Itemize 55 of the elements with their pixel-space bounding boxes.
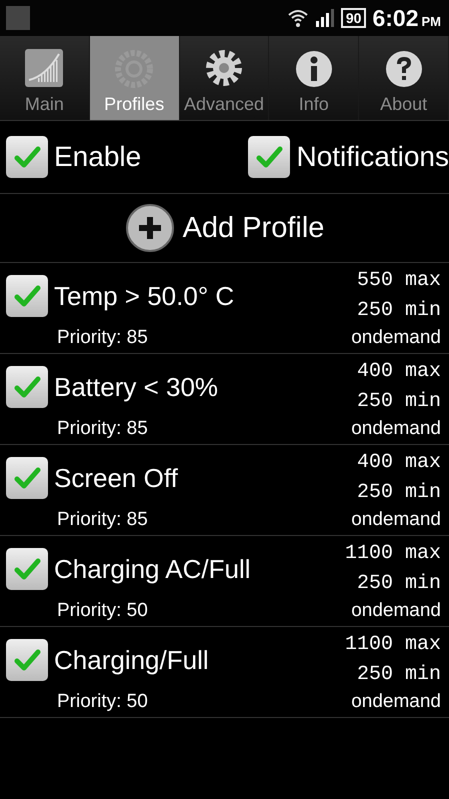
governor-label: ondemand xyxy=(351,690,441,714)
profile-item[interactable]: Charging AC/Full 1100 max 250 min Priority: 50 ondemand xyxy=(0,536,449,627)
governor-label: ondemand xyxy=(351,417,441,441)
profile-name: Battery < 30% xyxy=(54,372,220,402)
profile-item[interactable]: Screen Off 400 max 250 min Priority: 85 ondemand xyxy=(0,445,449,536)
checkbox[interactable] xyxy=(248,136,290,178)
toggle-label: Notifications xyxy=(296,141,449,173)
clock: 6:02 xyxy=(372,4,418,32)
info-icon xyxy=(294,50,333,88)
min-frequency: 250 min xyxy=(356,298,441,324)
tab[interactable]: Main xyxy=(0,36,90,120)
clock-meridiem: PM xyxy=(422,14,441,28)
profile-item[interactable]: Temp > 50.0° C 550 max 250 min Priority: 85 ondemand xyxy=(0,263,449,354)
profile-name: Screen Off xyxy=(54,462,179,494)
priority-label: Priority: 50 xyxy=(57,690,148,714)
min-frequency: 250 min xyxy=(356,389,441,415)
max-frequency: 400 max xyxy=(356,359,441,385)
checkbox[interactable] xyxy=(6,548,48,590)
max-frequency: 550 max xyxy=(356,268,441,294)
wifi-icon xyxy=(286,8,309,28)
checkbox[interactable] xyxy=(6,639,48,681)
profile-name: Charging/Full xyxy=(54,644,210,676)
gear-icon xyxy=(204,48,244,88)
toggle-label: Enable xyxy=(54,141,142,173)
priority-label: Priority: 85 xyxy=(57,417,148,441)
tab[interactable]: About xyxy=(359,36,449,120)
checkbox[interactable] xyxy=(6,366,48,408)
governor-label: ondemand xyxy=(351,326,441,350)
priority-label: Priority: 85 xyxy=(57,508,148,532)
battery-level: 90 xyxy=(340,8,366,28)
profile-name: Charging AC/Full xyxy=(54,554,252,584)
tab[interactable]: Info xyxy=(269,36,360,120)
min-frequency: 250 min xyxy=(356,571,441,597)
governor-label: ondemand xyxy=(351,599,441,623)
governor-label: ondemand xyxy=(351,508,441,532)
max-frequency: 1100 max xyxy=(344,541,441,567)
help-icon xyxy=(384,50,423,88)
priority-label: Priority: 50 xyxy=(57,599,148,623)
checkbox[interactable] xyxy=(6,275,48,317)
profile-name: Temp > 50.0° C xyxy=(54,280,236,312)
plus-icon xyxy=(124,203,175,253)
notification-icon xyxy=(6,6,30,30)
min-frequency: 250 min xyxy=(356,480,441,506)
profile-item[interactable]: Charging/Full 1100 max 250 min Priority: 50 ondemand xyxy=(0,627,449,718)
profile-item[interactable]: Battery < 30% 400 max 250 min Priority: 85 ondemand xyxy=(0,354,449,445)
add-profile-button[interactable]: Add Profile xyxy=(124,203,324,253)
tab[interactable]: Advanced xyxy=(180,36,270,120)
checkbox[interactable] xyxy=(6,136,48,178)
max-frequency: 400 max xyxy=(356,450,441,476)
max-frequency: 1100 max xyxy=(344,632,441,658)
priority-label: Priority: 85 xyxy=(57,326,148,350)
checkbox[interactable] xyxy=(6,457,48,499)
min-frequency: 250 min xyxy=(356,662,441,688)
signal-icon xyxy=(314,9,335,27)
chart-icon xyxy=(24,48,64,88)
